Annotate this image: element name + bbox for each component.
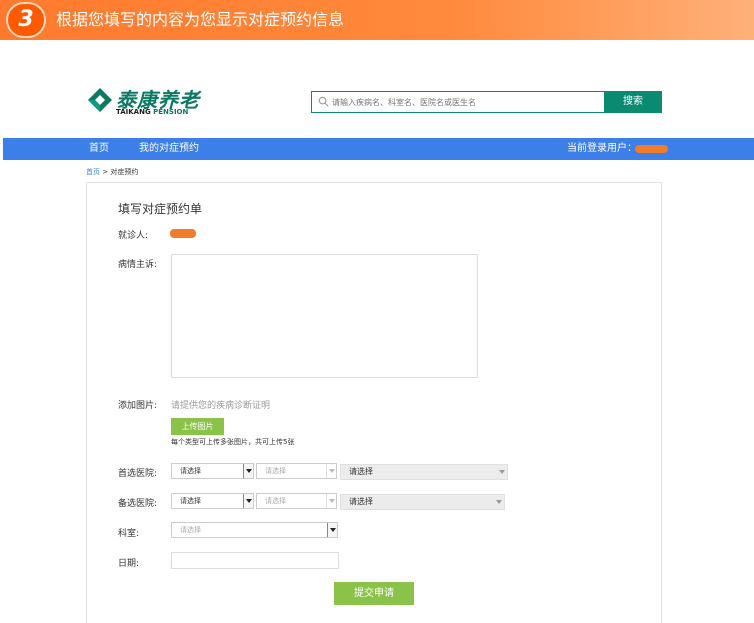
logo-english-text: TAIKANG PENSION: [116, 108, 189, 116]
chevron-down-icon: [243, 464, 253, 478]
search-box: [311, 91, 604, 113]
search-input[interactable]: [332, 94, 597, 110]
step-number-badge: 3: [6, 2, 46, 38]
submit-application-button[interactable]: 提交申请: [334, 582, 414, 605]
current-user-label: 当前登录用户：: [567, 143, 637, 154]
chevron-down-icon: [326, 494, 336, 508]
search-button[interactable]: 搜索: [604, 91, 662, 113]
second-hospital-select[interactable]: 请选择: [340, 494, 505, 510]
select-value: 请选择: [265, 467, 286, 475]
main-nav: 首页 我的对症预约 当前登录用户：: [3, 138, 754, 160]
chevron-down-icon: [494, 495, 504, 509]
select-value: 请选择: [180, 497, 201, 505]
redacted-username: [635, 145, 668, 153]
department-label: 科室:: [118, 529, 140, 539]
step-banner: 3 根据您填写的内容为您显示对症预约信息: [0, 0, 754, 40]
upload-note: 每个类型可上传多张图片，共可上传5张: [171, 438, 295, 446]
second-hospital-city-select[interactable]: 请选择: [256, 493, 337, 509]
step-description: 根据您填写的内容为您显示对症预约信息: [56, 10, 345, 29]
second-hospital-label: 备选医院:: [118, 499, 158, 509]
search-icon: [318, 96, 329, 107]
select-value: 请选择: [180, 467, 201, 475]
image-hint: 请提供您的疾病诊断证明: [171, 401, 271, 411]
nav-item-home[interactable]: 首页: [89, 138, 109, 160]
add-image-label: 添加图片:: [118, 401, 158, 411]
redacted-patient-name: [170, 229, 196, 238]
nav-item-my-appointments[interactable]: 我的对症预约: [139, 138, 199, 160]
select-value: 请选择: [349, 497, 373, 506]
first-hospital-select[interactable]: 请选择: [340, 464, 508, 480]
chevron-down-icon: [497, 465, 507, 479]
chevron-down-icon: [327, 523, 337, 537]
chevron-down-icon: [243, 494, 253, 508]
breadcrumb: 首页 > 对症预约: [86, 167, 138, 177]
chevron-down-icon: [326, 464, 336, 478]
complaint-label: 病情主诉:: [118, 260, 158, 270]
taikang-logo[interactable]: 泰康养老 TAIKANG PENSION: [86, 84, 199, 120]
form-title: 填写对症预约单: [118, 202, 203, 216]
breadcrumb-separator: >: [100, 168, 111, 176]
department-select[interactable]: 请选择: [171, 522, 338, 538]
select-value: 请选择: [349, 467, 373, 476]
breadcrumb-current: 对症预约: [110, 168, 139, 176]
select-value: 请选择: [180, 526, 201, 534]
logo-diamond-icon: [88, 88, 112, 112]
first-hospital-city-select[interactable]: 请选择: [256, 463, 337, 479]
first-hospital-label: 首选医院:: [118, 469, 158, 479]
date-label: 日期:: [118, 559, 140, 569]
select-value: 请选择: [265, 497, 286, 505]
second-hospital-province-select[interactable]: 请选择: [171, 493, 254, 509]
first-hospital-province-select[interactable]: 请选择: [171, 463, 254, 479]
upload-image-button[interactable]: 上传图片: [171, 418, 224, 435]
complaint-textarea[interactable]: [171, 254, 478, 378]
breadcrumb-home[interactable]: 首页: [86, 168, 100, 176]
patient-label: 就诊人:: [118, 231, 149, 241]
date-input[interactable]: [171, 552, 339, 569]
